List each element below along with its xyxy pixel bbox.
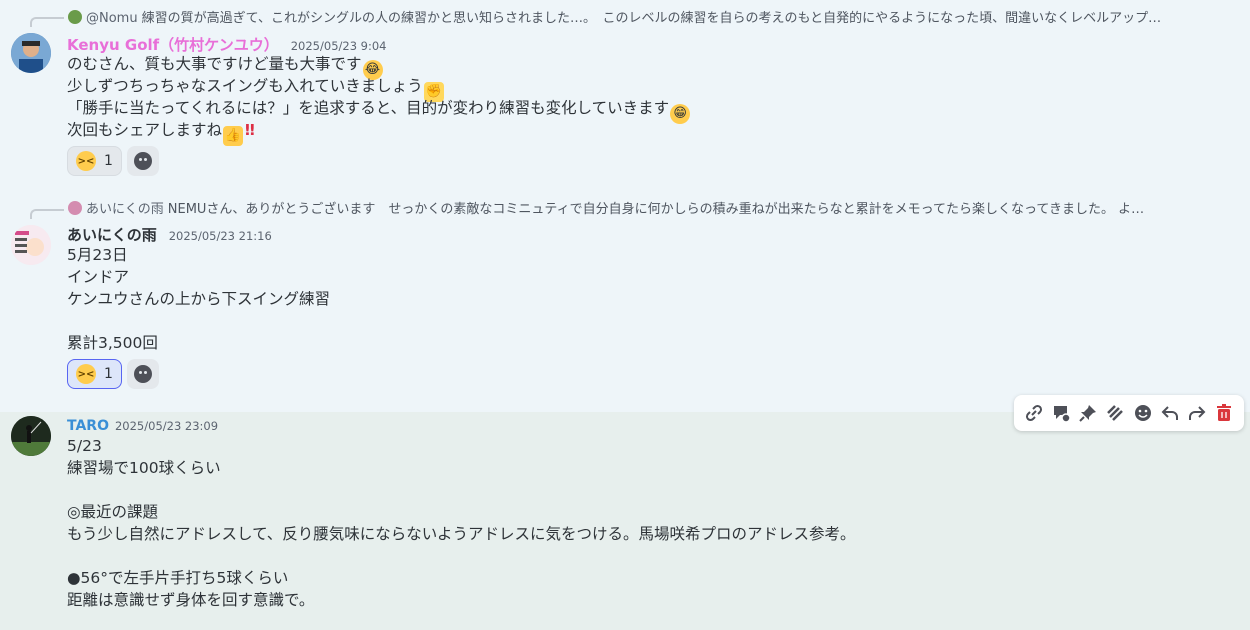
message-line: ケンユウさんの上から下スイング練習 [67,290,331,308]
forward-icon[interactable] [1185,401,1209,425]
reaction-count: 1 [104,153,113,169]
message-line [67,545,1227,567]
reply-text: NEMUさん、ありがとうございます せっかくの素敵なコミニュティで自分自身に何か… [167,202,1145,217]
reply-text: 練習の質が高過ぎて、これがシングルの人の練習かと思い知らされました…。 このレベ… [141,11,1162,26]
laugh-emoji-icon: >< [76,151,96,171]
reply-connector [30,17,64,27]
message-line: 5月23日 [67,246,128,264]
message-line: 5/23 [67,437,102,455]
reply-avatar [68,201,82,215]
message-line: 距離は意識せず身体を回す意識で。 [67,591,315,609]
message-line: もう少し自然にアドレスして、反り腰気味にならないようアドレスに気をつける。馬場咲… [67,525,856,543]
apps-icon[interactable] [1103,401,1127,425]
message-line: のむさん、質も大事ですけど量も大事です [67,55,362,73]
message-content: 5月23日 インドア ケンユウさんの上から下スイング練習 累計3,500回 [67,244,1227,354]
message-ainikunoame: あいにくの雨 NEMUさん、ありがとうございます せっかくの素敵なコミニュティで自… [0,190,1250,412]
timestamp: 2025/05/23 9:04 [290,39,387,53]
laugh-emoji-icon: >< [76,364,96,384]
delete-icon[interactable] [1212,401,1236,425]
reply-author: @Nomu [86,11,138,26]
reply-author: あいにくの雨 [86,202,164,217]
reply-connector [30,209,64,219]
timestamp: 2025/05/23 21:16 [168,229,272,243]
reaction-count: 1 [104,366,113,382]
thumbs-up-emoji-icon: 👍 [223,126,244,146]
avatar[interactable] [11,416,51,456]
message-line: 次回もシェアしますね [67,121,223,139]
message-line [67,479,1227,501]
add-reaction-button[interactable] [126,146,159,176]
add-reaction-icon [133,152,152,170]
message-line: 累計3,500回 [67,334,158,352]
reaction-laugh[interactable]: >< 1 [67,359,122,389]
message-line [67,310,1227,332]
avatar[interactable] [11,33,51,73]
add-reaction-icon[interactable] [1131,401,1155,425]
message-line: ◎最近の課題 [67,503,159,521]
message-taro: TARO 2025/05/23 23:09 5/23 練習場で100球くらい ◎最… [0,412,1250,630]
reply-reference[interactable]: あいにくの雨 NEMUさん、ありがとうございます せっかくの素敵なコミニュティで自… [68,201,1238,219]
link-icon[interactable] [1022,401,1046,425]
reaction-laugh[interactable]: >< 1 [67,146,122,176]
message-line: 練習場で100球くらい [67,459,221,477]
reply-icon[interactable] [1158,401,1182,425]
author-name[interactable]: あいにくの雨 [67,226,157,244]
reply-reference[interactable]: @Nomu 練習の質が高過ぎて、これがシングルの人の練習かと思い知らされました…。… [68,10,1238,28]
timestamp: 2025/05/23 23:09 [114,419,219,433]
pin-icon[interactable] [1076,401,1100,425]
message-line: ●56°で左手片手打ち5球くらい [67,569,289,587]
message-content: 5/23 練習場で100球くらい ◎最近の課題 もう少し自然にアドレスして、反り… [67,435,1227,611]
reply-avatar [68,10,82,24]
message-kenyu: @Nomu 練習の質が高過ぎて、これがシングルの人の練習かと思い知らされました…。… [0,0,1250,190]
avatar[interactable] [11,225,51,265]
message-content: のむさん、質も大事ですけど量も大事です 😂 少しずつちっちゃなスイングも入れていき… [67,53,1227,146]
message-actions-toolbar [1014,395,1244,431]
message-line: インドア [67,268,130,286]
author-name[interactable]: TARO [67,418,109,434]
message-line: 「勝手に当たってくれるには？」を追求すると、目的が変わり練習も変化していきます [67,99,670,117]
add-reaction-button[interactable] [126,359,159,389]
author-name[interactable]: Kenyu Golf（竹村ケンユウ） [67,36,279,54]
add-reaction-icon [133,365,152,383]
message-line: 少しずつちっちゃなスイングも入れていきましょう [67,77,423,95]
thread-icon[interactable] [1049,401,1073,425]
double-exclamation-icon: ‼ [245,121,255,139]
